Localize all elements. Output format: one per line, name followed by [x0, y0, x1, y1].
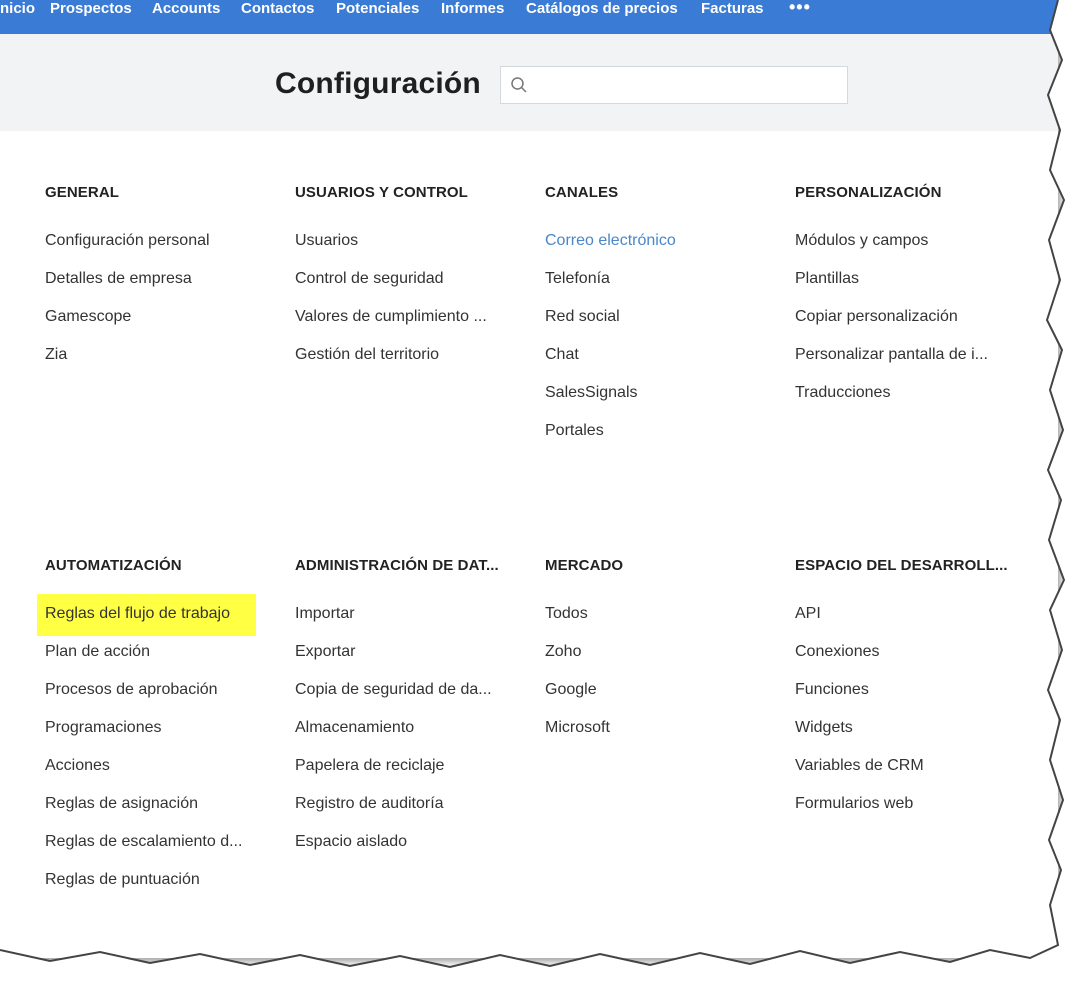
torn-edge-frame — [0, 0, 1089, 993]
